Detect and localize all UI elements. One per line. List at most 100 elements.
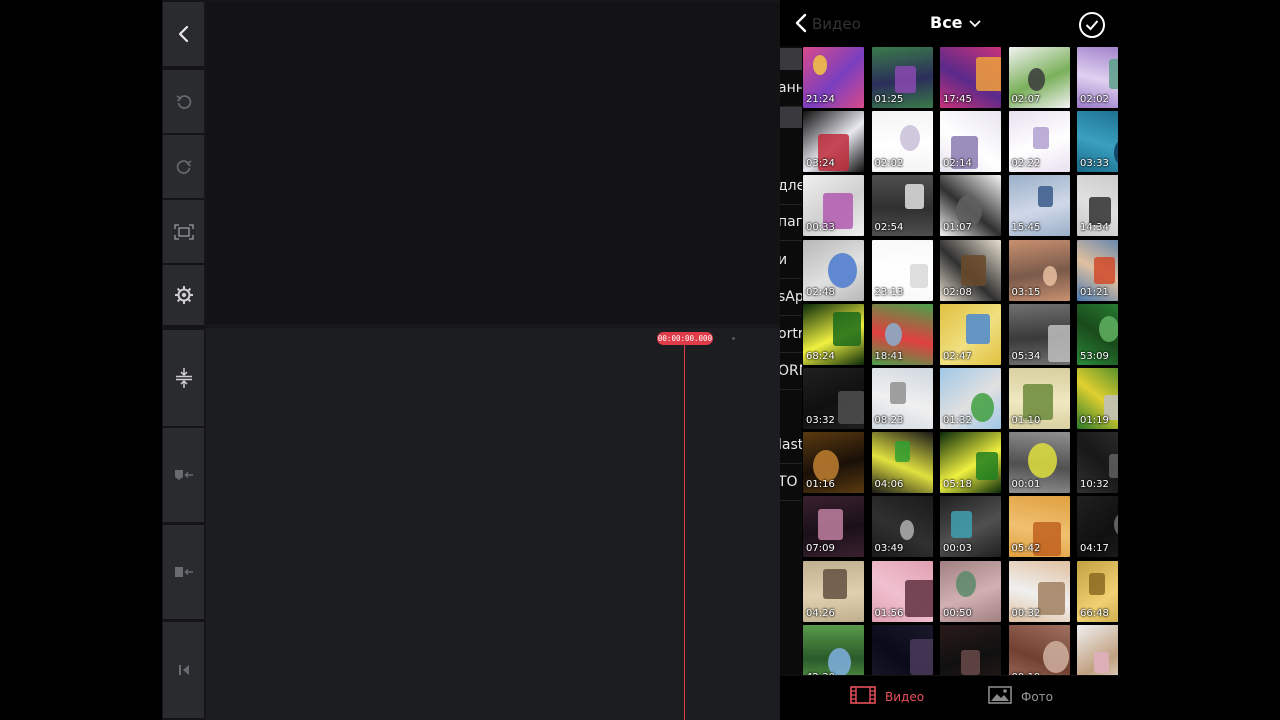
video-thumbnail[interactable]: 01:16	[803, 432, 864, 494]
thumbnail-content	[884, 322, 902, 346]
video-thumbnail[interactable]: 21:24	[803, 47, 864, 108]
track-height-button[interactable]	[163, 330, 204, 426]
video-thumbnail[interactable]: 05:34	[1008, 303, 1070, 365]
video-thumbnail[interactable]: 00:50	[940, 560, 1001, 622]
trim-button[interactable]	[163, 525, 204, 619]
album-item[interactable]: пап	[780, 214, 802, 230]
video-duration: 03:49	[874, 543, 904, 555]
video-thumbnail[interactable]: 53:09	[1077, 303, 1118, 365]
go-to-start-button[interactable]	[163, 622, 204, 718]
album-item[interactable]: ortr	[780, 326, 802, 342]
video-thumbnail[interactable]: 01:25	[871, 47, 933, 108]
add-marker-button[interactable]	[163, 428, 204, 522]
thumbnail-content	[976, 57, 1001, 91]
tab-photo[interactable]: Фото	[988, 686, 1053, 707]
video-duration: 03:15	[1011, 286, 1041, 298]
video-duration: 05:42	[1011, 543, 1041, 555]
video-duration: 21:24	[806, 94, 835, 105]
video-thumbnail[interactable]: 03:15	[1008, 239, 1070, 301]
video-thumbnail[interactable]: 66:48	[1077, 560, 1118, 622]
video-thumbnail[interactable]: 01:21	[1077, 239, 1118, 301]
video-thumbnail[interactable]: 04:26	[803, 560, 864, 622]
video-duration: 00:03	[943, 543, 972, 555]
video-thumbnail[interactable]: 05:18	[940, 432, 1001, 494]
video-duration: 05:34	[1011, 350, 1041, 362]
album-item[interactable]: TO	[780, 474, 798, 490]
video-preview[interactable]	[206, 2, 780, 324]
album-item[interactable]: last	[780, 437, 802, 453]
video-thumbnail[interactable]: 03:49	[871, 496, 933, 558]
playhead[interactable]	[684, 345, 685, 720]
video-thumbnail[interactable]: 00:33	[803, 175, 864, 237]
album-item[interactable]: дле	[780, 178, 802, 194]
video-thumbnail[interactable]: 08:23	[871, 368, 933, 429]
video-duration: 07:09	[806, 543, 835, 555]
thumbnail-content	[899, 125, 920, 152]
video-thumbnail[interactable]: 04:17	[1077, 496, 1118, 558]
settings-button[interactable]	[163, 265, 204, 325]
video-thumbnail[interactable]: 01:19	[1077, 368, 1118, 429]
video-thumbnail[interactable]: 01:32	[940, 368, 1001, 429]
video-duration: 04:06	[874, 479, 904, 491]
thumbnail-content	[1027, 443, 1057, 479]
video-thumbnail[interactable]: 02:48	[803, 239, 864, 301]
video-thumbnail[interactable]: 04:06	[871, 432, 933, 494]
thumbnail-content	[909, 638, 933, 675]
back-button[interactable]	[163, 2, 204, 66]
video-thumbnail[interactable]: 01:07	[940, 175, 1001, 237]
video-thumbnail[interactable]: 15:45	[1008, 175, 1070, 237]
album-separator	[780, 389, 802, 390]
video-thumbnail[interactable]: 02:22	[1008, 111, 1070, 173]
video-thumbnail[interactable]: 00:32	[1008, 560, 1070, 622]
video-thumbnail[interactable]: 10:32	[1077, 432, 1118, 494]
editor-toolbar	[162, 0, 205, 720]
video-thumbnail[interactable]: 01:10	[1008, 368, 1070, 429]
album-item[interactable]: анн	[780, 80, 802, 96]
video-thumbnail[interactable]: 03:33	[1077, 111, 1118, 173]
video-thumbnail[interactable]: 00:03	[940, 496, 1001, 558]
video-thumbnail[interactable]: 23:13	[871, 239, 933, 301]
video-duration: 01:56	[874, 607, 904, 619]
tab-video[interactable]: Видео	[850, 686, 924, 707]
video-thumbnail[interactable]: 05:42	[1008, 496, 1070, 558]
album-selector[interactable]: Все	[930, 13, 981, 32]
thumbnail-content	[1094, 256, 1115, 284]
video-thumbnail[interactable]: 02:08	[940, 239, 1001, 301]
timeline[interactable]: 00:00:00.000	[206, 328, 783, 720]
confirm-button[interactable]	[1079, 12, 1105, 38]
thumbnail-content	[909, 263, 928, 288]
thumbnail-content	[833, 311, 861, 346]
video-thumbnail[interactable]: 17:45	[940, 47, 1001, 108]
thumbnail-content	[899, 520, 914, 541]
video-thumbnail[interactable]: 68:24	[803, 303, 864, 365]
video-thumbnail[interactable]: 02:02	[871, 111, 933, 173]
video-thumbnail[interactable]: 02:54	[871, 175, 933, 237]
video-thumbnail[interactable]: 01:56	[871, 560, 933, 622]
fullscreen-button[interactable]	[163, 200, 204, 263]
album-item[interactable]: и	[780, 252, 787, 268]
video-duration: 02:22	[1011, 158, 1041, 170]
album-item[interactable]: ORN	[780, 363, 802, 379]
video-thumbnail[interactable]: 02:02	[1077, 47, 1118, 108]
video-thumbnail[interactable]: 02:14	[940, 111, 1001, 173]
video-thumbnail[interactable]: 07:09	[803, 496, 864, 558]
album-item[interactable]: sAp	[780, 289, 802, 305]
thumbnail-content	[1042, 265, 1057, 286]
video-thumbnail[interactable]: 14:34	[1077, 175, 1118, 237]
video-thumbnail[interactable]: 03:32	[803, 368, 864, 429]
video-duration: 02:08	[943, 286, 972, 298]
video-thumbnail[interactable]: 02:07	[1008, 47, 1070, 108]
video-thumbnail[interactable]: 00:01	[1008, 432, 1070, 494]
video-duration: 03:24	[806, 158, 835, 170]
video-thumbnail[interactable]: 03:24	[803, 111, 864, 173]
video-duration: 02:54	[874, 222, 904, 234]
video-thumbnail[interactable]: 18:41	[871, 303, 933, 365]
thumbnail-content	[1032, 127, 1049, 150]
undo-button[interactable]	[163, 70, 204, 133]
video-thumbnail[interactable]: 02:47	[940, 303, 1001, 365]
album-separator	[780, 204, 802, 205]
album-title: Все	[930, 13, 963, 32]
redo-button[interactable]	[163, 135, 204, 198]
picker-back-button[interactable]	[790, 11, 814, 35]
gear-icon	[174, 285, 194, 305]
